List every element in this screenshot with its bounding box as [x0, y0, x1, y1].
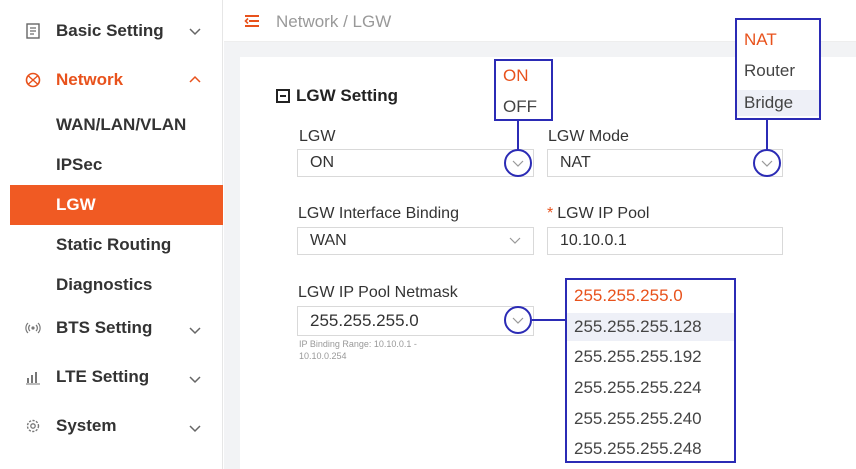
network-icon: [25, 72, 41, 88]
lgw-interface-binding-value: WAN: [310, 232, 347, 249]
sidebar-item-static-routing[interactable]: Static Routing: [10, 225, 223, 265]
netmask-options-popup: 255.255.255.0 255.255.255.128 255.255.25…: [565, 278, 736, 463]
lgw-dropdown-toggle[interactable]: [504, 149, 532, 177]
lgw-option-on[interactable]: ON: [496, 66, 551, 86]
chevron-down-icon: [761, 160, 773, 167]
document-icon: [25, 23, 41, 39]
annotation-line: [766, 119, 768, 150]
chevron-down-icon: [189, 376, 201, 384]
annotation-line: [517, 120, 519, 150]
lgw-mode-option-nat[interactable]: NAT: [737, 30, 819, 50]
chevron-down-icon: [189, 327, 201, 335]
lgw-mode-select[interactable]: NAT: [547, 149, 783, 177]
menu-basic-setting-label: Basic Setting: [56, 21, 164, 40]
chevron-down-icon: [509, 237, 521, 244]
chevron-down-icon: [189, 425, 201, 433]
annotation-line: [532, 319, 566, 321]
sidebar-item-lgw[interactable]: LGW: [10, 185, 223, 225]
chevron-up-icon: [189, 75, 201, 83]
netmask-option[interactable]: 255.255.255.224: [567, 378, 734, 398]
lgw-mode-select-value: NAT: [560, 154, 591, 171]
hint-line-2: 10.10.0.254: [299, 351, 347, 361]
menu-bts-setting-label: BTS Setting: [56, 318, 153, 337]
lgw-ip-pool-input[interactable]: 10.10.0.1: [547, 227, 783, 255]
ip-binding-range-hint: IP Binding Range: 10.10.0.1 - 10.10.0.25…: [299, 338, 479, 362]
lgw-ip-pool-label: * LGW IP Pool: [547, 205, 649, 223]
menu-lte-setting-label: LTE Setting: [56, 367, 150, 386]
lte-icon: [25, 369, 41, 385]
lgw-ip-pool-netmask-value: 255.255.255.0: [310, 311, 419, 330]
netmask-option[interactable]: 255.255.255.248: [567, 439, 734, 459]
menu-lte-setting[interactable]: LTE Setting: [10, 357, 223, 397]
chevron-down-icon: [189, 28, 201, 36]
lgw-interface-binding-label: LGW Interface Binding: [298, 205, 459, 222]
lgw-mode-dropdown-toggle[interactable]: [753, 149, 781, 177]
required-marker: *: [547, 205, 554, 222]
lgw-ip-pool-value: 10.10.0.1: [560, 232, 627, 249]
chevron-down-icon: [512, 317, 524, 324]
antenna-icon: [25, 320, 41, 336]
menu-basic-setting[interactable]: Basic Setting: [10, 11, 223, 51]
lgw-mode-label: LGW Mode: [548, 128, 629, 145]
sidebar-item-wan-lan-vlan[interactable]: WAN/LAN/VLAN: [10, 105, 223, 145]
menu-system-label: System: [56, 416, 117, 435]
lgw-mode-options-popup: NAT Router Bridge: [735, 18, 821, 120]
lgw-label: LGW: [299, 128, 336, 145]
sidebar: Basic Setting Network WAN/LAN/VLAN IPSec…: [10, 0, 223, 469]
section-title-text: LGW Setting: [296, 86, 398, 105]
lgw-options-popup: ON OFF: [494, 59, 553, 121]
netmask-option[interactable]: 255.255.255.192: [567, 347, 734, 367]
netmask-option[interactable]: 255.255.255.0: [567, 286, 734, 306]
menu-bts-setting[interactable]: BTS Setting: [10, 308, 223, 348]
netmask-dropdown-toggle[interactable]: [504, 306, 532, 334]
netmask-option[interactable]: 255.255.255.128: [567, 313, 734, 341]
lgw-ip-pool-netmask-label: LGW IP Pool Netmask: [298, 284, 458, 301]
sidebar-item-ipsec[interactable]: IPSec: [10, 145, 223, 185]
menu-system[interactable]: System: [10, 406, 223, 446]
hint-line-1: IP Binding Range: 10.10.0.1 -: [299, 339, 417, 349]
lgw-ip-pool-netmask-select[interactable]: 255.255.255.0: [297, 306, 534, 336]
menu-toggle-icon[interactable]: [244, 14, 260, 28]
menu-network-label: Network: [56, 70, 124, 89]
gear-icon: [25, 418, 41, 434]
chevron-down-icon: [512, 160, 524, 167]
lgw-interface-binding-select[interactable]: WAN: [297, 227, 534, 255]
collapse-icon[interactable]: [276, 89, 290, 103]
lgw-select-value: ON: [310, 154, 334, 171]
lgw-mode-option-bridge[interactable]: Bridge: [737, 90, 819, 116]
menu-network[interactable]: Network: [10, 60, 223, 100]
lgw-mode-option-router[interactable]: Router: [737, 61, 819, 81]
section-title[interactable]: LGW Setting: [276, 86, 398, 106]
breadcrumb-text: Network / LGW: [276, 12, 392, 31]
netmask-option[interactable]: 255.255.255.240: [567, 409, 734, 429]
lgw-ip-pool-label-text: LGW IP Pool: [557, 205, 650, 222]
lgw-select[interactable]: ON: [297, 149, 534, 177]
sidebar-item-diagnostics[interactable]: Diagnostics: [10, 265, 223, 305]
lgw-option-off[interactable]: OFF: [496, 97, 551, 117]
